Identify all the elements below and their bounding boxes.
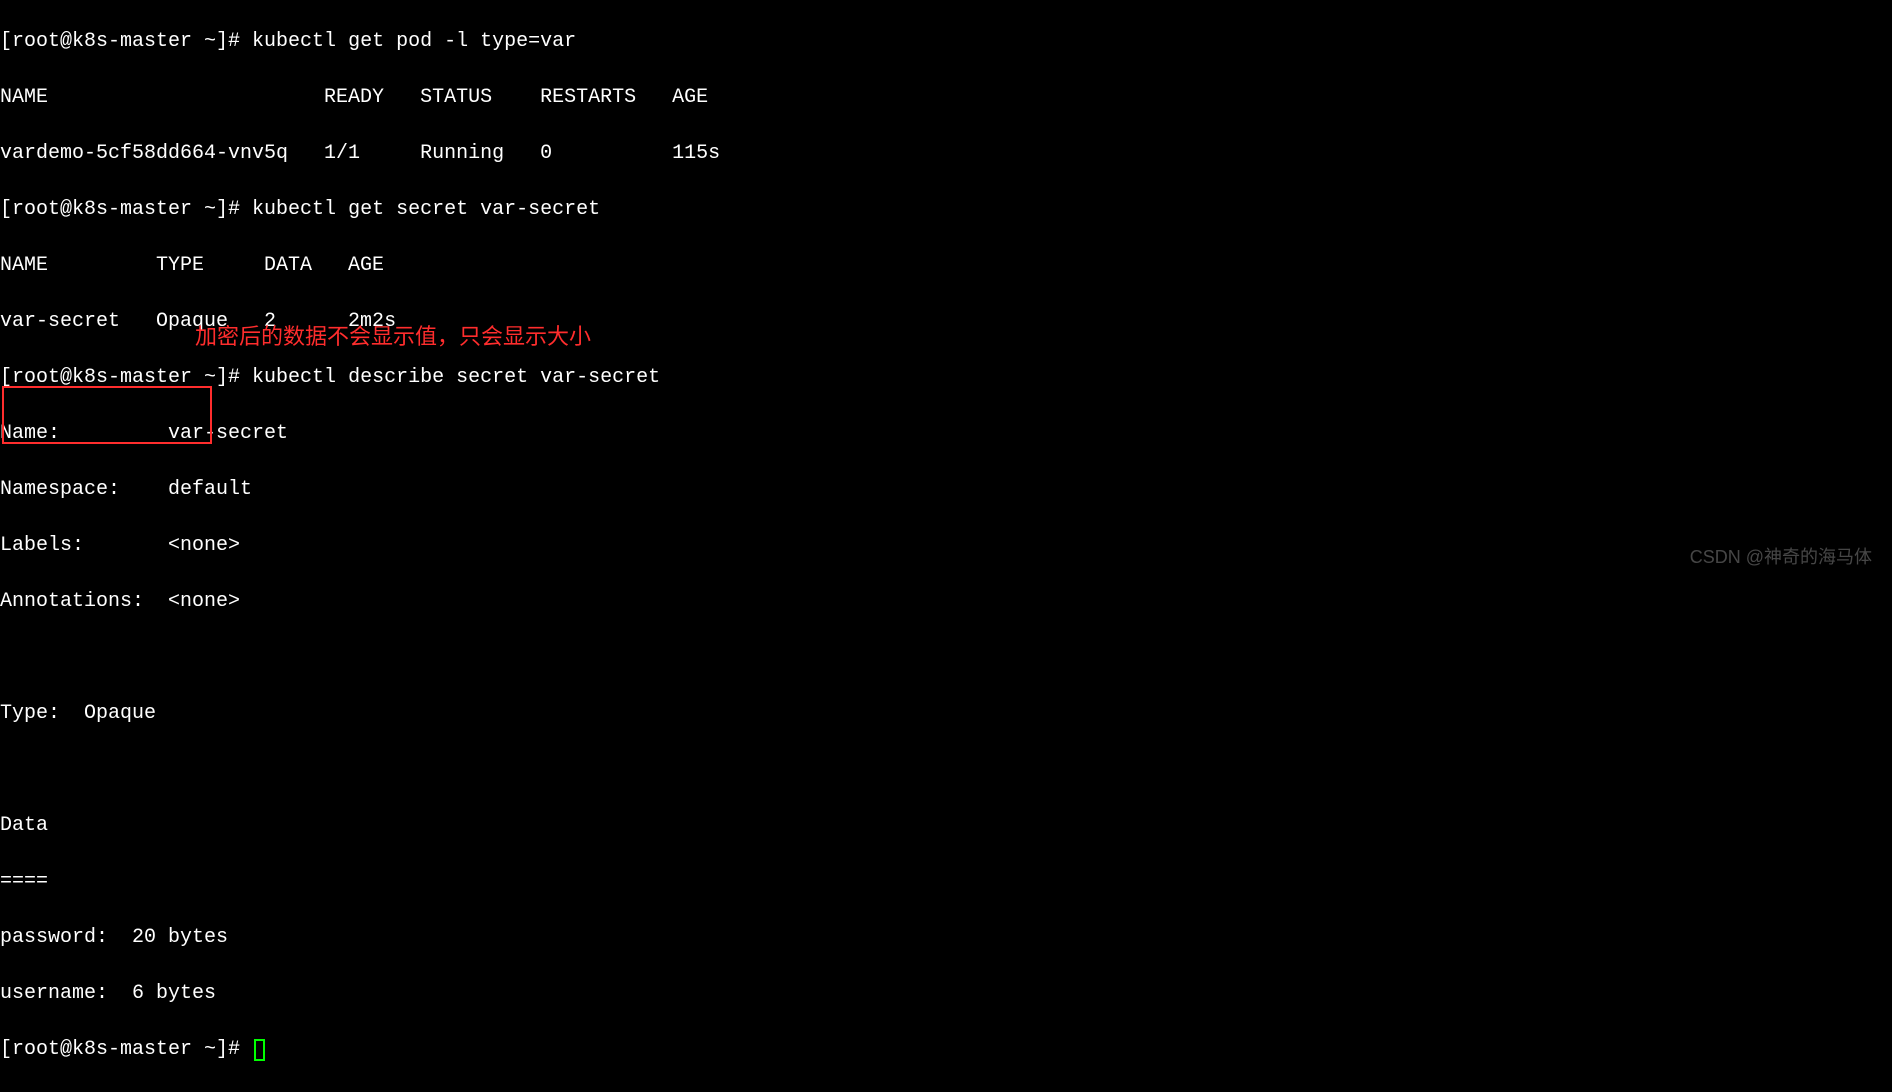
describe-separator: ====	[0, 868, 1892, 896]
describe-password: password: 20 bytes	[0, 924, 1892, 952]
describe-labels: Labels: <none>	[0, 532, 1892, 560]
describe-name: Name: var-secret	[0, 420, 1892, 448]
watermark: CSDN @神奇的海马体	[1690, 545, 1872, 570]
blank-line	[0, 756, 1892, 784]
command-text: kubectl get pod -l type=var	[252, 30, 576, 53]
annotation-text: 加密后的数据不会显示值，只会显示大小	[195, 322, 591, 353]
terminal-output[interactable]: [root@k8s-master ~]# kubectl get pod -l …	[0, 0, 1892, 1092]
describe-namespace: Namespace: default	[0, 476, 1892, 504]
prompt: [root@k8s-master ~]#	[0, 1038, 252, 1061]
describe-username: username: 6 bytes	[0, 980, 1892, 1008]
prompt: [root@k8s-master ~]#	[0, 30, 252, 53]
secret-table-header: NAME TYPE DATA AGE	[0, 252, 1892, 280]
prompt: [root@k8s-master ~]#	[0, 198, 252, 221]
command-text: kubectl get secret var-secret	[252, 198, 600, 221]
pod-table-header: NAME READY STATUS RESTARTS AGE	[0, 84, 1892, 112]
describe-type: Type: Opaque	[0, 700, 1892, 728]
blank-line	[0, 644, 1892, 672]
describe-annotations: Annotations: <none>	[0, 588, 1892, 616]
describe-data-heading: Data	[0, 812, 1892, 840]
pod-table-row: vardemo-5cf58dd664-vnv5q 1/1 Running 0 1…	[0, 140, 1892, 168]
prompt: [root@k8s-master ~]#	[0, 366, 252, 389]
terminal-cursor[interactable]	[254, 1039, 265, 1061]
command-text: kubectl describe secret var-secret	[252, 366, 660, 389]
